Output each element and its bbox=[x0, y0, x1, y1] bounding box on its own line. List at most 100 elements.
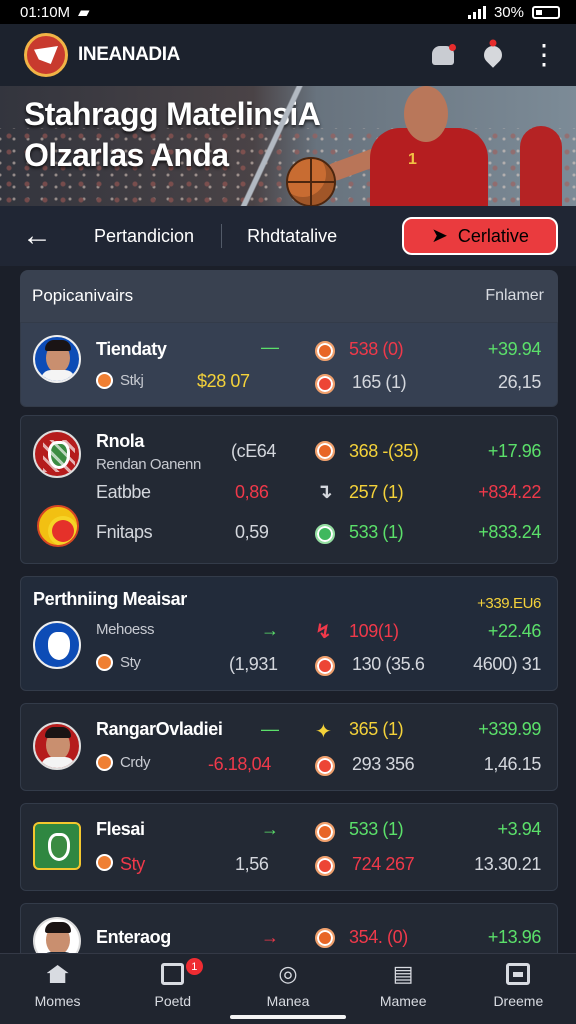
row-value-1: 368 -(35) bbox=[349, 441, 419, 461]
row-right-1: +17.96 bbox=[487, 441, 542, 461]
row-sub-label-3: Fnitaps bbox=[96, 522, 153, 542]
player-image: 1 bbox=[323, 86, 488, 206]
app-logo-icon[interactable] bbox=[24, 33, 68, 77]
row-right-1: +3.94 bbox=[497, 819, 541, 839]
row-name: RangarOvladiei bbox=[96, 719, 223, 739]
home-icon bbox=[45, 962, 71, 986]
row-value-2: 165 (1) bbox=[352, 372, 407, 392]
row-right-1: +39.94 bbox=[487, 339, 542, 359]
row-value-3: 533 (1) bbox=[349, 522, 404, 542]
row-right-top: +339.EU6 bbox=[477, 595, 541, 612]
more-options-icon[interactable]: ⋮ bbox=[530, 41, 558, 69]
score-ball-icon bbox=[315, 656, 335, 676]
score-ball-icon bbox=[315, 928, 335, 948]
match-row[interactable]: Flesai Sty → 1,56 533 (1) 724 267 +3.94 … bbox=[20, 803, 558, 891]
row-dash: — bbox=[261, 719, 279, 739]
row-sub-label: Mehoess bbox=[96, 621, 155, 638]
tab-label: Momes bbox=[34, 993, 81, 1009]
team-badge bbox=[33, 621, 81, 669]
location-pin-icon[interactable] bbox=[480, 42, 506, 68]
table-title: Popicanivairs bbox=[32, 286, 134, 305]
score-ball-icon bbox=[315, 756, 335, 776]
score-ball-icon bbox=[315, 524, 335, 544]
row-right-1: +339.99 bbox=[478, 719, 541, 739]
filter-rhdtatalive[interactable]: Rhdtatalive bbox=[247, 226, 337, 247]
row-name: Enteraog bbox=[96, 927, 171, 947]
tab-manea[interactable]: ◎ Manea bbox=[233, 961, 343, 1018]
match-row[interactable]: Rnola Rendan Oanenn Eatbbe Fnitaps (cE64… bbox=[20, 415, 558, 564]
filter-bar: ← Pertandicion Rhdtatalive ➤ Cerlative bbox=[0, 206, 576, 266]
ball-icon bbox=[96, 654, 113, 671]
notification-icon: ▰ bbox=[78, 4, 90, 21]
score-ball-icon bbox=[315, 374, 335, 394]
filter-pertandicion[interactable]: Pertandicion bbox=[94, 226, 194, 247]
match-row[interactable]: Perthniing Meaisar +339.EU6 Mehoess Sty … bbox=[20, 576, 558, 691]
team-badge bbox=[37, 505, 79, 547]
match-row[interactable]: RangarOvladiei Crdy — -6.18,04 ✦ 365 (1)… bbox=[20, 703, 558, 791]
row-value-a: -6.18,04 bbox=[208, 754, 271, 774]
battery-percent: 30% bbox=[493, 3, 524, 21]
row-value-c: 0,59 bbox=[235, 522, 269, 542]
row-value-1: 354. (0) bbox=[349, 927, 408, 947]
match-list[interactable]: Popicanivairs Fnlamer Tiendaty Stkj $28 … bbox=[20, 270, 558, 953]
basketball-icon bbox=[286, 157, 336, 207]
tab-label: Mamee bbox=[379, 993, 427, 1009]
row-value-1: 533 (1) bbox=[349, 819, 404, 839]
row-value-a: (1,931 bbox=[229, 654, 278, 674]
row-sub-label: Crdy bbox=[120, 754, 151, 771]
row-right-2: 26,15 bbox=[497, 372, 541, 392]
row-dash: — bbox=[261, 337, 279, 357]
player-avatar bbox=[33, 917, 81, 953]
cerlative-button-icon: ➤ bbox=[431, 225, 448, 247]
score-ball-icon bbox=[315, 822, 335, 842]
trend-arrow-icon: → bbox=[261, 620, 279, 640]
row-name: Perthniing Meaisar bbox=[33, 589, 187, 609]
document-icon: ▤ bbox=[392, 961, 414, 986]
row-name: Flesai bbox=[96, 819, 145, 839]
status-left: 01:10M ▰ bbox=[20, 3, 90, 22]
row-name: Rnola bbox=[96, 431, 145, 451]
tab-momes[interactable]: Momes bbox=[3, 962, 113, 1018]
player-avatar bbox=[33, 335, 81, 383]
row-sub-value: $28 07 bbox=[197, 371, 250, 391]
ball-icon bbox=[96, 854, 113, 871]
tab-poetd[interactable]: 1 Poetd bbox=[118, 958, 228, 1018]
team-badge bbox=[33, 430, 81, 478]
match-row[interactable]: Tiendaty Stkj $28 07 — 538 (0) 165 (1) +… bbox=[20, 322, 558, 407]
row-sub-label-2: Sty bbox=[120, 654, 141, 671]
notification-badge: 1 bbox=[185, 958, 203, 975]
ball-icon bbox=[96, 372, 113, 389]
row-value-2: 257 (1) bbox=[349, 482, 404, 502]
team-badge bbox=[33, 822, 81, 870]
row-right-3: +833.24 bbox=[478, 522, 541, 542]
table-header: Popicanivairs Fnlamer bbox=[20, 270, 558, 322]
app-actions: ⋮ bbox=[430, 41, 558, 69]
cerlative-button[interactable]: ➤ Cerlative bbox=[402, 217, 558, 255]
notification-icon bbox=[160, 962, 186, 986]
tab-dreeme[interactable]: Dreeme bbox=[463, 962, 573, 1018]
app-bar: INEANADIA ⋮ bbox=[0, 24, 576, 86]
row-value-a: 1,56 bbox=[235, 854, 269, 874]
row-value-a: (cE64 bbox=[231, 441, 277, 461]
score-ball-icon bbox=[315, 856, 335, 876]
status-right: 30% bbox=[467, 3, 560, 21]
square-icon bbox=[505, 962, 531, 986]
home-indicator[interactable] bbox=[230, 1015, 346, 1019]
app-title: INEANADIA bbox=[78, 44, 180, 65]
bottom-tab-bar: Momes 1 Poetd ◎ Manea ▤ Mamee Dreeme bbox=[0, 953, 576, 1024]
table-right-label: Fnlamer bbox=[485, 287, 544, 304]
row-value-2: 293 356 bbox=[352, 754, 415, 774]
row-name: Tiendaty bbox=[96, 339, 167, 359]
cerlative-button-label: Cerlative bbox=[457, 225, 529, 246]
row-sub-label: Sty bbox=[120, 854, 145, 874]
trend-arrow-icon: ✦ bbox=[315, 721, 332, 743]
back-arrow-icon[interactable]: ← bbox=[22, 219, 52, 253]
match-row[interactable]: Enteraog → 354. (0) +13.96 bbox=[20, 903, 558, 953]
battery-icon bbox=[532, 5, 560, 19]
row-sub-label-2: Eatbbe bbox=[96, 482, 151, 502]
tab-label: Poetd bbox=[154, 993, 192, 1009]
tab-label: Dreeme bbox=[493, 993, 544, 1009]
tab-mamee[interactable]: ▤ Mamee bbox=[348, 961, 458, 1018]
row-right-2: 13.30.21 bbox=[474, 854, 541, 874]
alarm-icon[interactable] bbox=[430, 42, 456, 68]
